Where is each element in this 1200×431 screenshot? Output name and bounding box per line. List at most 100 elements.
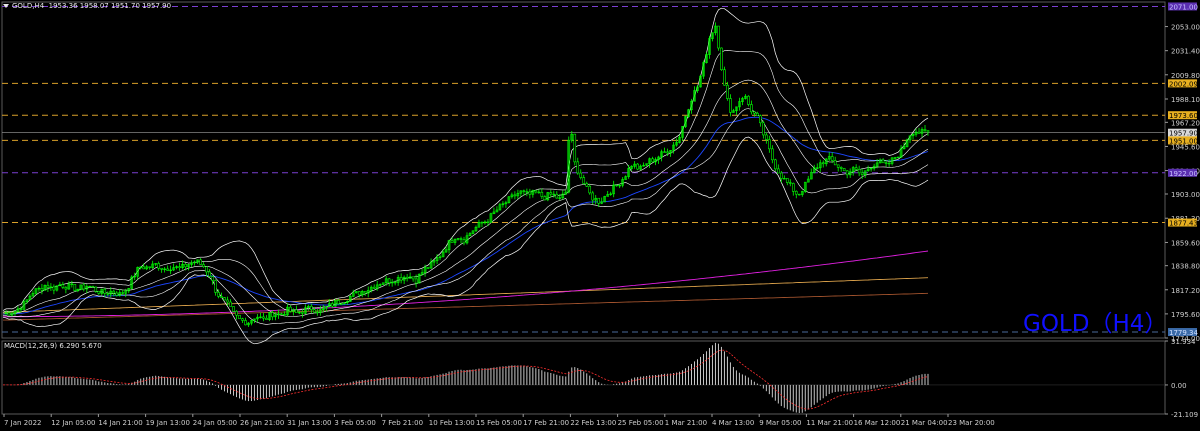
macd-histogram-group bbox=[5, 342, 929, 414]
time-axis-label-0: 7 Jan 2022 bbox=[4, 419, 42, 427]
candle-body bbox=[229, 301, 232, 307]
candle-body bbox=[64, 287, 68, 290]
macd-axis-label-0: 31.934 bbox=[1171, 338, 1196, 346]
candle-body bbox=[756, 112, 759, 117]
candle-body bbox=[842, 168, 846, 172]
candle-body bbox=[223, 297, 226, 301]
candle-body bbox=[280, 313, 283, 315]
candle-body bbox=[585, 183, 589, 187]
time-axis-label-6: 31 Jan 13:00 bbox=[287, 419, 331, 427]
candle-body bbox=[786, 178, 789, 183]
candle-body bbox=[857, 169, 861, 174]
candle-body bbox=[91, 285, 95, 288]
candle-body bbox=[636, 163, 639, 170]
candle-body bbox=[357, 291, 361, 296]
time-axis-label-8: 7 Feb 21:00 bbox=[382, 419, 423, 427]
candle-body bbox=[208, 271, 211, 277]
candle-body bbox=[881, 159, 885, 164]
candle-body bbox=[220, 296, 223, 298]
candle-body bbox=[339, 303, 343, 305]
candle-body bbox=[336, 300, 340, 305]
candle-body bbox=[540, 191, 544, 197]
time-axis-label-2: 14 Jan 21:00 bbox=[98, 419, 142, 427]
candle-body bbox=[211, 276, 214, 281]
chart-header: GOLD,H4 1953.36 1958.07 1951.70 1957.90 bbox=[3, 2, 171, 10]
candle-body bbox=[753, 111, 756, 114]
candle-body bbox=[157, 263, 160, 269]
time-axis-label-1: 12 Jan 05:00 bbox=[51, 419, 95, 427]
bollinger-upper-outer bbox=[2, 7, 929, 311]
time-axis-label-17: 11 Mar 21:00 bbox=[806, 419, 853, 427]
time-axis-label-12: 22 Feb 13:00 bbox=[570, 419, 616, 427]
time-axis-label-14: 1 Mar 21:00 bbox=[665, 419, 707, 427]
candle-body bbox=[46, 284, 50, 288]
candle-body bbox=[717, 25, 720, 49]
dropdown-triangle-icon[interactable] bbox=[3, 4, 9, 8]
candle-body bbox=[82, 284, 86, 290]
price-axis-label-10: 1838.80 bbox=[1171, 263, 1200, 271]
candle-body bbox=[887, 162, 891, 165]
candle-body bbox=[148, 266, 151, 268]
candle-body bbox=[313, 309, 316, 313]
symbol-label: GOLD,H4 bbox=[12, 2, 45, 10]
time-axis-label-20: 23 Mar 20:00 bbox=[948, 419, 995, 427]
price-level-label-0: 2071.00 bbox=[1169, 3, 1198, 11]
macd-axis-label-1: 0.00 bbox=[1171, 382, 1187, 390]
candle-body bbox=[97, 291, 101, 294]
candle-body bbox=[552, 193, 556, 196]
candle-body bbox=[860, 172, 864, 175]
candle-body bbox=[178, 266, 181, 269]
price-level-label-4: 1951.00 bbox=[1169, 137, 1198, 145]
candle-body bbox=[486, 221, 490, 223]
candle-body bbox=[238, 314, 241, 320]
candle-body bbox=[534, 190, 538, 193]
price-axis-label-9: 1859.60 bbox=[1171, 239, 1200, 247]
candle-body bbox=[576, 161, 580, 174]
candle-body bbox=[405, 276, 409, 279]
candle-body bbox=[295, 309, 298, 314]
candle-body bbox=[791, 183, 795, 192]
macd-axis-label-2: -21.109 bbox=[1171, 411, 1198, 419]
price-axis-label-12: 1795.60 bbox=[1171, 311, 1200, 319]
candle-body bbox=[926, 130, 930, 133]
candle-body bbox=[747, 95, 750, 105]
candle-body bbox=[283, 313, 286, 316]
chart-canvas[interactable]: 2053.002031.402009.801988.101967.201945.… bbox=[0, 0, 1200, 431]
candle-body bbox=[771, 148, 774, 161]
candle-body bbox=[426, 267, 430, 269]
candle-body bbox=[762, 122, 765, 136]
candle-body bbox=[184, 263, 187, 268]
candle-body bbox=[549, 192, 553, 195]
candle-body bbox=[579, 172, 583, 178]
candle-body bbox=[241, 318, 244, 321]
price-level-label-2: 1973.60 bbox=[1169, 112, 1198, 120]
candle-body bbox=[217, 292, 220, 297]
candle-body bbox=[265, 317, 268, 320]
candle-body bbox=[73, 284, 77, 292]
candles-group bbox=[4, 22, 930, 327]
candle-body bbox=[582, 177, 586, 184]
candle-body bbox=[106, 293, 110, 295]
macd-label: MACD(12,26,9) 6.290 5.670 bbox=[4, 342, 102, 350]
price-axis-label-0: 2053.00 bbox=[1171, 24, 1200, 32]
candle-body bbox=[666, 151, 669, 154]
candle-body bbox=[788, 182, 792, 184]
time-axis-label-16: 9 Mar 05:00 bbox=[759, 419, 801, 427]
time-axis-label-11: 17 Feb 21:00 bbox=[523, 419, 569, 427]
candle-body bbox=[205, 266, 208, 273]
macd-signal-line bbox=[3, 349, 929, 410]
price-axis-label-1: 2031.40 bbox=[1171, 48, 1200, 56]
symbol-watermark: GOLD（H4） bbox=[1023, 311, 1168, 337]
candle-body bbox=[372, 286, 376, 289]
ohlc-values: 1953.36 1958.07 1951.70 1957.90 bbox=[48, 2, 172, 10]
candle-body bbox=[121, 292, 125, 294]
time-axis-label-7: 3 Feb 05:00 bbox=[334, 419, 375, 427]
candle-body bbox=[289, 306, 292, 312]
candle-body bbox=[729, 98, 732, 113]
candle-body bbox=[884, 162, 888, 164]
candle-body bbox=[115, 292, 119, 296]
candle-body bbox=[528, 191, 532, 195]
candle-body bbox=[615, 184, 618, 187]
candle-body bbox=[70, 283, 74, 286]
candle-body bbox=[651, 158, 654, 163]
